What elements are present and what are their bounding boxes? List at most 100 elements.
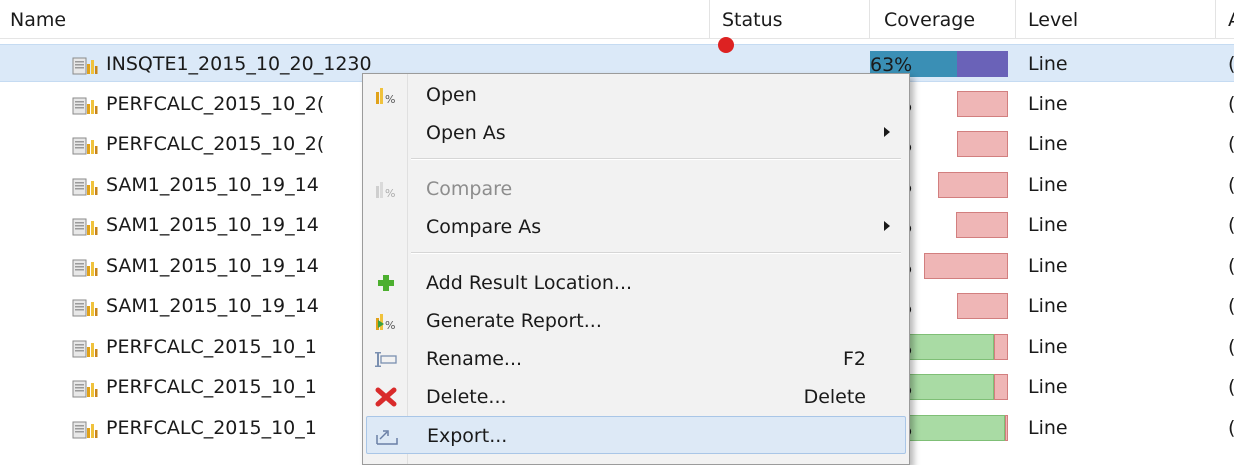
menu-item-compare-as[interactable]: Compare As <box>366 208 906 246</box>
add-green-plus-icon <box>378 275 394 291</box>
row-truncated-column: ( <box>1228 328 1234 366</box>
coverage-result-icon <box>72 57 98 75</box>
menu-item-label: Compare As <box>426 216 542 238</box>
row-truncated-column: ( <box>1228 247 1234 285</box>
row-truncated-column: ( <box>1228 125 1234 163</box>
coverage-bar-remainder <box>994 374 1008 400</box>
row-level: Line <box>1028 173 1068 196</box>
menu-item-label: Compare <box>426 178 513 200</box>
export-icon <box>376 430 398 445</box>
menu-item-add-result-location[interactable]: Add Result Location... <box>366 264 906 302</box>
row-name-cell: SAM1_2015_10_19_14 <box>72 166 372 204</box>
row-name-cell: SAM1_2015_10_19_14 <box>72 247 372 285</box>
row-level: Line <box>1028 133 1068 155</box>
menu-item-shortcut: F2 <box>842 348 866 370</box>
row-name-text: PERFCALC_2015_10_1 <box>106 376 317 398</box>
coverage-result-icon <box>72 421 98 438</box>
row-name-cell: PERFCALC_2015_10_1 <box>72 409 372 447</box>
row-level: Line <box>1028 295 1068 317</box>
menu-separator-highlight <box>411 159 901 160</box>
row-truncated-column: ( <box>1228 166 1234 204</box>
row-name-text: PERFCALC_2015_10_2( <box>106 92 325 115</box>
coverage-result-icon <box>72 340 98 357</box>
menu-item-label: Add Result Location... <box>426 272 633 294</box>
row-name-cell: SAM1_2015_10_19_14 <box>72 287 372 325</box>
row-level: Line <box>1028 92 1068 115</box>
row-name-cell: PERFCALC_2015_10_2( <box>72 85 372 123</box>
menu-item-label: Open <box>426 84 477 106</box>
row-name-text: SAM1_2015_10_19_14 <box>106 214 319 236</box>
coverage-bar-remainder <box>957 51 1008 77</box>
coverage-bar-remainder <box>957 293 1008 319</box>
menu-item-label: Export... <box>427 425 508 447</box>
report-percent-icon: % <box>376 88 395 106</box>
coverage-bar-remainder <box>957 131 1008 157</box>
row-level: Line <box>1028 214 1068 236</box>
menu-item-open-as[interactable]: Open As <box>366 114 906 152</box>
row-name-text: PERFCALC_2015_10_2( <box>106 133 325 155</box>
coverage-result-icon <box>72 97 98 114</box>
column-header-next[interactable]: A <box>1216 0 1234 38</box>
coverage-bar-remainder <box>924 252 1008 279</box>
row-truncated-column: ( <box>1228 409 1234 447</box>
row-truncated-column: ( <box>1228 45 1234 83</box>
svg-text:%: % <box>385 319 395 332</box>
rename-icon <box>375 352 397 367</box>
submenu-arrow-icon <box>884 127 890 137</box>
svg-text:%: % <box>385 187 395 200</box>
coverage-result-icon <box>72 218 98 236</box>
row-name-text: SAM1_2015_10_19_14 <box>106 254 319 277</box>
menu-item-label: Open As <box>426 122 506 144</box>
row-level: Line <box>1028 416 1068 439</box>
row-name-text: PERFCALC_2015_10_1 <box>106 335 317 358</box>
compare-percent-icon: % <box>376 182 395 200</box>
context-menu: % Open Open As% Compare Compare As Add Result… <box>362 73 910 465</box>
menu-item-label: Generate Report... <box>426 310 602 332</box>
row-name-text: INSQTE1_2015_10_20_123030_0554 <box>106 53 372 75</box>
row-truncated-column: ( <box>1228 206 1234 244</box>
coverage-bar-remainder <box>994 333 1008 360</box>
row-name-cell: PERFCALC_2015_10_1 <box>72 328 372 366</box>
coverage-result-icon <box>72 259 98 276</box>
menu-item-rename[interactable]: Rename... F2 <box>366 340 906 378</box>
svg-text:%: % <box>385 93 395 106</box>
delete-red-x-icon <box>375 387 397 407</box>
row-truncated-column: ( <box>1228 85 1234 123</box>
submenu-arrow-icon <box>884 221 890 231</box>
coverage-result-icon <box>72 137 98 155</box>
coverage-bar-remainder <box>1005 414 1008 441</box>
row-name-text: SAM1_2015_10_19_14 <box>106 173 319 196</box>
column-header-name[interactable]: Name <box>0 0 710 38</box>
menu-item-compare[interactable]: % Compare <box>366 170 906 208</box>
coverage-result-icon <box>72 178 98 195</box>
row-truncated-column: ( <box>1228 287 1234 325</box>
menu-item-delete[interactable]: Delete... Delete <box>366 378 906 416</box>
menu-item-generate-report[interactable]: % Generate Report... <box>366 302 906 340</box>
row-level: Line <box>1028 376 1068 398</box>
menu-item-shortcut: Delete <box>803 386 866 408</box>
menu-item-open[interactable]: % Open <box>366 76 906 114</box>
row-name-cell: PERFCALC_2015_10_1 <box>72 368 372 406</box>
coverage-bar-remainder <box>938 171 1008 198</box>
row-level: Line <box>1028 53 1068 75</box>
coverage-bar-remainder <box>957 90 1008 117</box>
coverage-result-icon <box>72 299 98 317</box>
row-level: Line <box>1028 335 1068 358</box>
coverage-result-icon <box>72 380 98 398</box>
row-truncated-column: ( <box>1228 368 1234 406</box>
row-name-text: SAM1_2015_10_19_14 <box>106 295 319 317</box>
row-name-cell: PERFCALC_2015_10_2( <box>72 125 372 163</box>
column-header-level[interactable]: Level <box>1016 0 1216 38</box>
menu-item-label: Rename... <box>426 348 523 370</box>
table-header: Name Status Coverage Level A <box>0 0 1234 39</box>
row-level: Line <box>1028 254 1068 277</box>
generate-report-icon: % <box>376 314 395 332</box>
row-name-text: PERFCALC_2015_10_1 <box>106 416 317 439</box>
menu-item-export[interactable]: Export... <box>366 416 906 454</box>
status-error-icon <box>718 37 734 53</box>
row-name-cell: SAM1_2015_10_19_14 <box>72 206 372 244</box>
column-header-status[interactable]: Status <box>710 0 870 38</box>
coverage-bar-remainder <box>956 212 1008 238</box>
column-header-coverage[interactable]: Coverage <box>870 0 1016 38</box>
menu-separator-highlight <box>411 253 901 254</box>
